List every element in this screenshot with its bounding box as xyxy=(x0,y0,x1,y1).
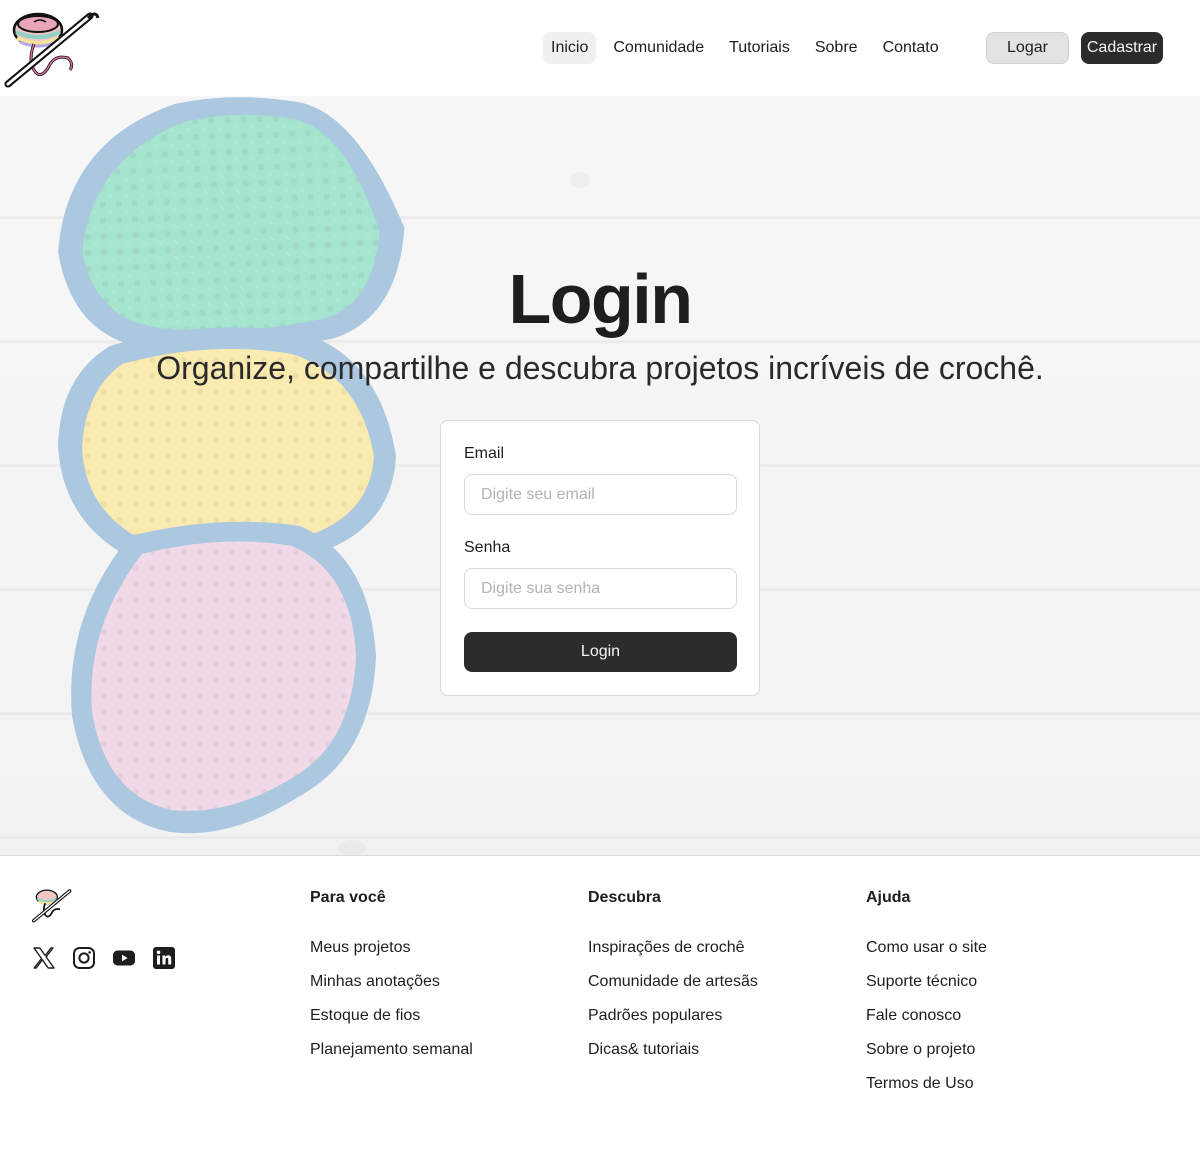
footer-link-padroes-populares[interactable]: Padrões populares xyxy=(588,1007,828,1029)
footer-link-como-usar[interactable]: Como usar o site xyxy=(866,939,1106,961)
x-twitter-icon[interactable] xyxy=(32,946,56,970)
hero-section: Login Organize, compartilhe e descubra p… xyxy=(0,96,1200,856)
footer-column-title: Ajuda xyxy=(866,889,911,906)
footer-column-ajuda: Ajuda Como usar o site Suporte técnico F… xyxy=(866,889,1106,1109)
footer-link-comunidade-artesas[interactable]: Comunidade de artesãs xyxy=(588,973,828,995)
page-subtitle: Organize, compartilhe e descubra projeto… xyxy=(156,350,1044,386)
footer-link-minhas-anotacoes[interactable]: Minhas anotações xyxy=(310,973,550,995)
email-label: Email xyxy=(464,445,505,462)
login-form: Email Senha Login xyxy=(440,420,760,696)
footer-link-fale-conosco[interactable]: Fale conosco xyxy=(866,1007,1106,1029)
linkedin-icon[interactable] xyxy=(152,946,176,970)
nav-item-inicio[interactable]: Inicio xyxy=(543,32,597,64)
footer-link-termos-de-uso[interactable]: Termos de Uso xyxy=(866,1075,1106,1097)
footer-column-descubra: Descubra Inspirações de crochê Comunidad… xyxy=(588,889,828,1075)
site-header: Inicio Comunidade Tutoriais Sobre Contat… xyxy=(0,0,1200,96)
login-button[interactable]: Logar xyxy=(986,32,1069,64)
footer-link-suporte-tecnico[interactable]: Suporte técnico xyxy=(866,973,1106,995)
footer-column-para-voce: Para você Meus projetos Minhas anotações… xyxy=(310,889,550,1075)
youtube-icon[interactable] xyxy=(112,946,136,970)
footer-link-dicas-tutoriais[interactable]: Dicas& tutoriais xyxy=(588,1041,828,1063)
password-input[interactable] xyxy=(464,568,737,609)
page-title: Login xyxy=(508,260,693,338)
footer-link-meus-projetos[interactable]: Meus projetos xyxy=(310,939,550,961)
nav-item-tutoriais[interactable]: Tutoriais xyxy=(721,32,798,64)
password-label: Senha xyxy=(464,539,511,556)
nav-item-contato[interactable]: Contato xyxy=(875,32,947,64)
footer-link-estoque-de-fios[interactable]: Estoque de fios xyxy=(310,1007,550,1029)
nav-item-sobre[interactable]: Sobre xyxy=(807,32,866,64)
social-links xyxy=(32,946,192,970)
crochet-yarn-hook-logo-icon[interactable] xyxy=(32,887,74,923)
nav-item-comunidade[interactable]: Comunidade xyxy=(605,32,712,64)
footer-column-title: Descubra xyxy=(588,889,661,906)
site-footer: Para você Meus projetos Minhas anotações… xyxy=(0,857,1200,1153)
footer-link-sobre-projeto[interactable]: Sobre o projeto xyxy=(866,1041,1106,1063)
login-submit-button[interactable]: Login xyxy=(464,632,737,672)
instagram-icon[interactable] xyxy=(72,946,96,970)
signup-button[interactable]: Cadastrar xyxy=(1081,32,1163,64)
footer-column-title: Para você xyxy=(310,889,386,906)
footer-link-inspiracoes[interactable]: Inspirações de crochê xyxy=(588,939,828,961)
footer-link-planejamento-semanal[interactable]: Planejamento semanal xyxy=(310,1041,550,1063)
email-input[interactable] xyxy=(464,474,737,515)
main-nav: Inicio Comunidade Tutoriais Sobre Contat… xyxy=(543,32,956,64)
crochet-yarn-hook-logo-icon[interactable] xyxy=(4,8,100,88)
